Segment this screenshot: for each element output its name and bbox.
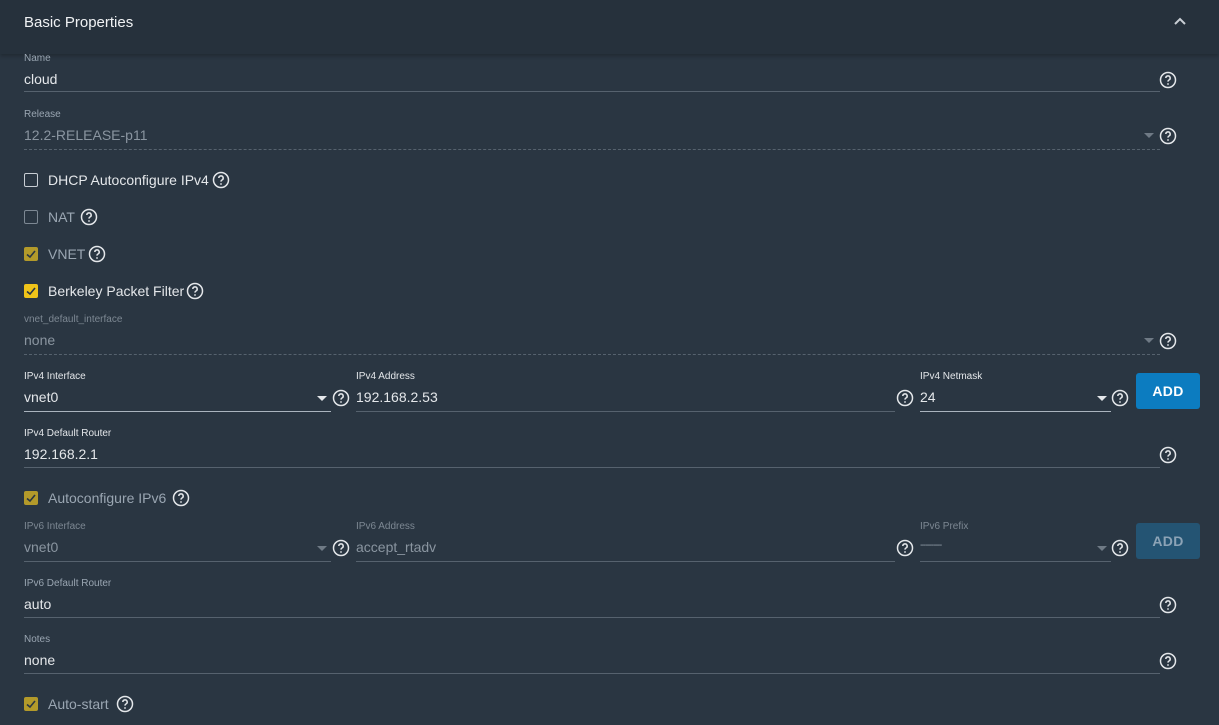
release-select[interactable]: Release 12.2-RELEASE-p11 bbox=[24, 109, 1160, 151]
notes-label: Notes bbox=[24, 634, 51, 645]
release-label: Release bbox=[24, 109, 61, 120]
ipv6-default-router-label: IPv6 Default Router bbox=[24, 578, 112, 589]
ipv4-address-underline bbox=[356, 411, 895, 412]
nat-label: NAT bbox=[48, 209, 75, 225]
ipv4-address-label: IPv4 Address bbox=[356, 371, 415, 382]
vnet-checkbox[interactable] bbox=[24, 247, 38, 261]
dhcp-label: DHCP Autoconfigure IPv4 bbox=[48, 172, 209, 188]
section-title: Basic Properties bbox=[24, 14, 134, 31]
name-field[interactable]: Name cloud bbox=[24, 53, 1160, 93]
caret-down-icon bbox=[1144, 338, 1154, 343]
check-icon bbox=[26, 700, 36, 709]
ipv6-default-router-field[interactable]: IPv6 Default Router auto bbox=[24, 578, 1160, 620]
help-circle-icon[interactable] bbox=[1159, 127, 1177, 145]
help-circle-icon[interactable] bbox=[896, 539, 914, 557]
autoconf-ipv6-checkbox[interactable] bbox=[24, 491, 38, 505]
ipv4-default-router-underline bbox=[24, 467, 1160, 468]
ipv4-interface-select[interactable]: IPv4 Interface vnet0 bbox=[24, 371, 331, 413]
ipv6-default-router-underline bbox=[24, 617, 1160, 618]
release-underline bbox=[24, 149, 1160, 150]
bpf-checkbox[interactable] bbox=[24, 284, 38, 298]
dhcp-checkbox[interactable] bbox=[24, 173, 38, 187]
bpf-label: Berkeley Packet Filter bbox=[48, 283, 185, 299]
ipv4-netmask-underline bbox=[920, 411, 1111, 412]
caret-down-icon bbox=[1097, 546, 1107, 551]
ipv6-address-input[interactable]: accept_rtadv bbox=[356, 539, 436, 555]
ipv4-default-router-input[interactable]: 192.168.2.1 bbox=[24, 446, 98, 462]
ipv6-address-label: IPv6 Address bbox=[356, 521, 415, 532]
help-circle-icon[interactable] bbox=[186, 282, 204, 300]
check-icon bbox=[26, 494, 36, 503]
autostart-checkbox[interactable] bbox=[24, 697, 38, 711]
caret-down-icon bbox=[317, 546, 327, 551]
help-circle-icon[interactable] bbox=[1159, 71, 1177, 89]
ipv4-add-button[interactable]: ADD bbox=[1136, 373, 1200, 409]
vnet-default-interface-underline bbox=[24, 354, 1160, 355]
ipv4-address-input[interactable]: 192.168.2.53 bbox=[356, 389, 438, 405]
ipv4-default-router-field[interactable]: IPv4 Default Router 192.168.2.1 bbox=[24, 428, 1160, 470]
help-circle-icon[interactable] bbox=[332, 539, 350, 557]
ipv6-interface-underline bbox=[24, 561, 331, 562]
chevron-up-icon[interactable] bbox=[1170, 12, 1190, 32]
help-circle-icon[interactable] bbox=[332, 389, 350, 407]
help-circle-icon[interactable] bbox=[1159, 446, 1177, 464]
ipv6-add-button[interactable]: ADD bbox=[1136, 523, 1200, 559]
release-value: 12.2-RELEASE-p11 bbox=[24, 127, 148, 143]
ipv6-prefix-underline bbox=[920, 561, 1111, 562]
help-circle-icon[interactable] bbox=[88, 245, 106, 263]
vnet-label: VNET bbox=[48, 246, 86, 262]
help-circle-icon[interactable] bbox=[896, 389, 914, 407]
vnet-default-interface-label: vnet_default_interface bbox=[24, 314, 123, 325]
notes-underline bbox=[24, 673, 1160, 674]
caret-down-icon bbox=[317, 396, 327, 401]
section-header[interactable]: Basic Properties bbox=[0, 0, 1219, 54]
autoconf-ipv6-label: Autoconfigure IPv6 bbox=[48, 490, 167, 506]
help-circle-icon[interactable] bbox=[172, 489, 190, 507]
help-circle-icon[interactable] bbox=[1111, 389, 1129, 407]
ipv6-default-router-input[interactable]: auto bbox=[24, 596, 51, 612]
ipv4-address-field[interactable]: IPv4 Address 192.168.2.53 bbox=[356, 371, 895, 413]
autostart-label: Auto-start bbox=[48, 696, 109, 712]
name-label: Name bbox=[24, 53, 51, 64]
ipv4-netmask-value: 24 bbox=[920, 389, 936, 405]
name-underline bbox=[24, 91, 1160, 92]
check-icon bbox=[26, 287, 36, 296]
ipv6-prefix-select[interactable]: IPv6 Prefix -------- bbox=[920, 521, 1111, 563]
ipv4-interface-label: IPv4 Interface bbox=[24, 371, 86, 382]
ipv6-interface-value: vnet0 bbox=[24, 539, 59, 555]
ipv4-netmask-label: IPv4 Netmask bbox=[920, 371, 983, 382]
ipv6-prefix-value: -------- bbox=[920, 539, 942, 551]
help-circle-icon[interactable] bbox=[116, 695, 134, 713]
check-icon bbox=[26, 250, 36, 259]
help-circle-icon[interactable] bbox=[80, 208, 98, 226]
ipv4-netmask-select[interactable]: IPv4 Netmask 24 bbox=[920, 371, 1111, 413]
ipv6-interface-select[interactable]: IPv6 Interface vnet0 bbox=[24, 521, 331, 563]
vnet-default-interface-value: none bbox=[24, 332, 56, 348]
ipv4-interface-underline bbox=[24, 411, 331, 412]
caret-down-icon bbox=[1144, 133, 1154, 138]
help-circle-icon[interactable] bbox=[1111, 539, 1129, 557]
help-circle-icon[interactable] bbox=[1159, 652, 1177, 670]
caret-down-icon bbox=[1097, 396, 1107, 401]
ipv6-address-field[interactable]: IPv6 Address accept_rtadv bbox=[356, 521, 895, 563]
help-circle-icon[interactable] bbox=[212, 171, 230, 189]
name-input[interactable]: cloud bbox=[24, 71, 57, 87]
ipv4-interface-value: vnet0 bbox=[24, 389, 59, 405]
ipv6-prefix-label: IPv6 Prefix bbox=[920, 521, 969, 532]
ipv6-interface-label: IPv6 Interface bbox=[24, 521, 86, 532]
ipv4-default-router-label: IPv4 Default Router bbox=[24, 428, 112, 439]
help-circle-icon[interactable] bbox=[1159, 596, 1177, 614]
notes-field[interactable]: Notes none bbox=[24, 634, 1160, 676]
vnet-default-interface-select[interactable]: vnet_default_interface none bbox=[24, 314, 1160, 356]
nat-checkbox[interactable] bbox=[24, 210, 38, 224]
ipv6-address-underline bbox=[356, 561, 895, 562]
help-circle-icon[interactable] bbox=[1159, 332, 1177, 350]
notes-input[interactable]: none bbox=[24, 652, 55, 668]
